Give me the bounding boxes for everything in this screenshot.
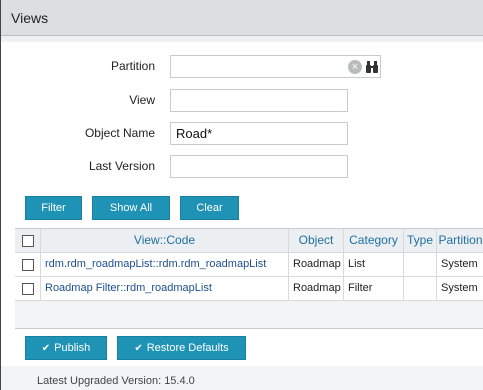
- last-version-row: Last Version: [1, 155, 483, 179]
- select-all-checkbox[interactable]: [22, 235, 34, 247]
- view-row: View: [1, 89, 483, 113]
- row-select-cell: [15, 277, 41, 300]
- publish-label: Publish: [54, 342, 91, 354]
- column-header-partition[interactable]: Partition: [437, 229, 483, 252]
- row-category: List: [344, 253, 404, 276]
- row-category: Filter: [344, 277, 404, 300]
- filter-button[interactable]: Filter: [25, 196, 82, 220]
- binoculars-icon[interactable]: [365, 60, 379, 74]
- view-input[interactable]: [170, 89, 348, 112]
- restore-defaults-label: Restore Defaults: [146, 342, 229, 354]
- row-checkbox[interactable]: [22, 283, 34, 295]
- row-type: [404, 277, 437, 300]
- object-name-label: Object Name: [84, 126, 155, 140]
- restore-defaults-button[interactable]: ✔ Restore Defaults: [117, 336, 246, 360]
- object-name-row: Object Name: [1, 122, 483, 146]
- row-code-link[interactable]: Roadmap Filter::rdm_roadmapList: [41, 277, 289, 300]
- views-window: Views Partition × View Object Name Last …: [0, 0, 483, 390]
- row-object: Roadmap: [289, 253, 344, 276]
- last-version-label: Last Version: [88, 159, 155, 173]
- row-checkbox[interactable]: [22, 259, 34, 271]
- column-header-category[interactable]: Category: [344, 229, 404, 252]
- object-name-input[interactable]: [170, 122, 348, 145]
- row-type: [404, 253, 437, 276]
- check-icon: ✔: [134, 343, 143, 354]
- version-text: Latest Upgraded Version: 15.4.0: [37, 375, 195, 387]
- row-code-link[interactable]: rdm.rdm_roadmapList::rdm.rdm_roadmapList: [41, 253, 289, 276]
- row-partition: System: [441, 258, 478, 270]
- select-all-cell: [15, 229, 41, 252]
- window-title: Views: [11, 10, 49, 26]
- title-bar: Views: [1, 0, 483, 36]
- table-row[interactable]: Roadmap Filter::rdm_roadmapList Roadmap …: [15, 277, 483, 301]
- table-row[interactable]: rdm.rdm_roadmapList::rdm.rdm_roadmapList…: [15, 253, 483, 277]
- top-strip: [1, 36, 483, 42]
- view-label: View: [129, 93, 155, 107]
- clear-button[interactable]: Clear: [180, 196, 239, 220]
- grid-header: View::Code Object Category Type Partitio…: [15, 229, 483, 253]
- publish-button[interactable]: ✔ Publish: [25, 336, 107, 360]
- row-partition: System: [441, 282, 478, 294]
- column-header-object[interactable]: Object: [289, 229, 344, 252]
- check-icon: ✔: [41, 343, 51, 354]
- column-header-type[interactable]: Type: [404, 229, 437, 252]
- show-all-button[interactable]: Show All: [92, 196, 170, 220]
- clear-icon[interactable]: ×: [348, 60, 362, 74]
- row-object: Roadmap: [289, 277, 344, 300]
- partition-row: Partition ×: [1, 55, 483, 79]
- partition-label: Partition: [110, 59, 155, 73]
- column-header-code[interactable]: View::Code: [41, 229, 289, 252]
- row-select-cell: [15, 253, 41, 276]
- views-grid: View::Code Object Category Type Partitio…: [15, 228, 483, 328]
- last-version-input[interactable]: [170, 155, 348, 178]
